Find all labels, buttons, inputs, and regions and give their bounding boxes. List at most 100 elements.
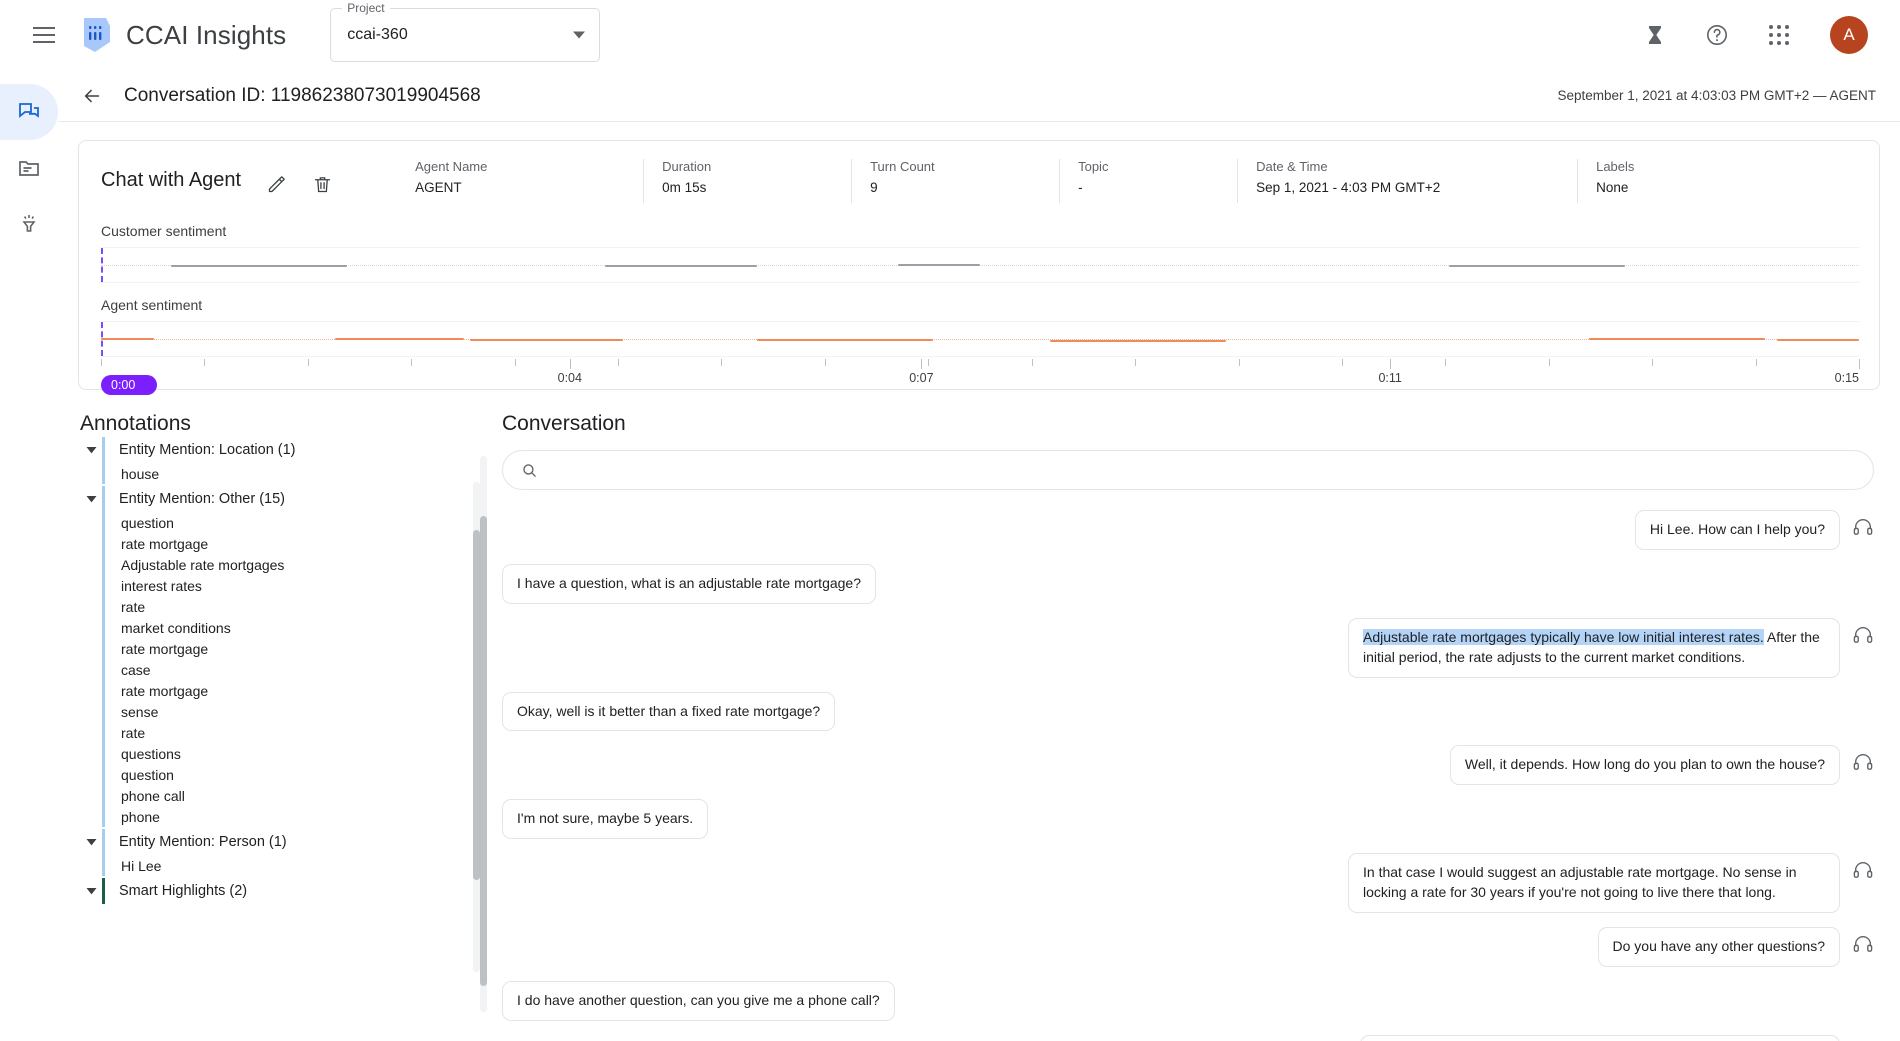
annotation-item[interactable]: question — [80, 512, 466, 533]
conversation-scrollbar[interactable] — [480, 456, 487, 1012]
annotation-item[interactable]: market conditions — [80, 617, 466, 638]
annotation-group-header[interactable]: Smart Highlights (2) — [80, 878, 466, 904]
annotation-item[interactable]: rate — [80, 596, 466, 617]
sentiment-segment — [1448, 265, 1625, 267]
chevron-down-icon[interactable] — [80, 446, 102, 454]
conversation-summary-card: Chat with Agent Agent Name AGENT Duratio… — [78, 140, 1880, 395]
chevron-down-icon[interactable] — [80, 887, 102, 895]
annotation-item-label: question — [121, 766, 174, 783]
annotation-group-header[interactable]: Entity Mention: Location (1) — [80, 437, 466, 463]
lower-section: Annotations Entity Mention: Location (1)… — [58, 390, 1900, 1041]
card-actions — [263, 159, 335, 197]
metadata-label: Duration — [662, 159, 712, 174]
annotation-group-label: Entity Mention: Other (15) — [119, 491, 286, 507]
sentiment-segment — [604, 265, 758, 267]
pencil-icon[interactable] — [263, 171, 289, 197]
annotation-color-bar — [102, 785, 105, 806]
icon-spacer — [888, 570, 910, 592]
project-select[interactable]: Project ccai-360 — [330, 1, 601, 62]
headset-icon[interactable] — [1852, 624, 1874, 646]
metadata-label: Labels — [1596, 159, 1635, 174]
message-bubble[interactable]: I'm not sure, maybe 5 years. — [502, 799, 709, 840]
axis-tick — [1341, 359, 1343, 366]
annotation-item[interactable]: Hi Lee — [80, 855, 466, 876]
trash-icon[interactable] — [309, 171, 335, 197]
headset-icon[interactable] — [1852, 859, 1874, 881]
metadata-value: 0m 15s — [662, 180, 707, 195]
axis-tick-label: 0:11 — [1378, 371, 1402, 385]
annotation-color-bar — [102, 659, 105, 680]
annotation-item[interactable]: interest rates — [80, 575, 466, 596]
metadata-value: None — [1596, 180, 1629, 195]
headset-icon[interactable] — [1852, 516, 1874, 538]
chevron-down-icon[interactable] — [80, 495, 102, 503]
annotation-item[interactable]: questions — [80, 743, 466, 764]
search-input[interactable] — [550, 461, 1855, 479]
page-title: Conversation ID: 11986238073019904568 — [124, 84, 481, 106]
annotation-item[interactable]: Adjustable rate mortgages — [80, 554, 466, 575]
annotation-items: question rate mortgage Adjustable rate mor… — [80, 512, 466, 827]
annotation-item[interactable]: case — [80, 659, 466, 680]
avatar[interactable]: A — [1830, 16, 1868, 54]
annotation-items: Hi Lee — [80, 855, 466, 876]
customer-sentiment-chart[interactable] — [101, 247, 1859, 283]
message-bubble[interactable]: Well, it depends. How long do you plan t… — [1449, 745, 1840, 786]
annotation-item[interactable]: rate — [80, 722, 466, 743]
metadata-agent-name: Agent Name AGENT — [415, 159, 643, 203]
annotations-scrollbar[interactable] — [473, 482, 480, 972]
back-arrow-icon[interactable] — [76, 80, 108, 112]
message-bubble[interactable]: I have a question, what is an adjustable… — [502, 563, 876, 604]
playhead[interactable] — [101, 322, 103, 356]
annotation-color-bar — [102, 701, 105, 722]
sentiment-segment — [757, 339, 934, 341]
message-bubble[interactable]: I do have another question, can you give… — [502, 980, 895, 1021]
annotation-group-header[interactable]: Entity Mention: Person (1) — [80, 829, 466, 855]
brand-title: CCAI Insights — [126, 19, 287, 50]
annotations-list[interactable]: Entity Mention: Location (1) house Entity … — [80, 437, 480, 997]
hourglass-icon[interactable] — [1638, 18, 1672, 52]
message-bubble[interactable]: Okay, well is it better than a fixed rat… — [502, 691, 836, 732]
annotation-item[interactable]: phone call — [80, 785, 466, 806]
sidebar-item-highlights[interactable] — [0, 196, 58, 252]
annotation-item[interactable]: question — [80, 764, 466, 785]
axis-tick — [928, 359, 930, 366]
axis-tick — [1445, 359, 1447, 366]
annotation-item[interactable]: rate mortgage — [80, 533, 466, 554]
message-bubble[interactable]: I would be happy to speak on the phone. … — [1360, 1034, 1840, 1041]
axis-tick-major — [1390, 359, 1392, 369]
search-box[interactable] — [502, 450, 1874, 490]
annotation-item-label: rate mortgage — [121, 535, 209, 552]
hamburger-icon[interactable] — [22, 13, 66, 57]
annotations-pane: Annotations Entity Mention: Location (1)… — [80, 412, 480, 990]
annotation-item[interactable]: rate mortgage — [80, 638, 466, 659]
headset-icon[interactable] — [1852, 933, 1874, 955]
headset-icon[interactable] — [1852, 751, 1874, 773]
playhead-time-pill[interactable]: 0:00 — [101, 375, 157, 395]
help-icon[interactable] — [1700, 18, 1734, 52]
axis-tick — [411, 359, 413, 366]
annotation-group-header[interactable]: Entity Mention: Other (15) — [80, 486, 466, 512]
axis-tick-major — [921, 359, 923, 369]
agent-sentiment-chart[interactable] — [101, 321, 1859, 357]
sentiment-segment — [101, 337, 154, 340]
annotation-item[interactable]: phone — [80, 806, 466, 827]
annotation-color-bar — [102, 680, 105, 701]
message-row-customer: Okay, well is it better than a fixed rat… — [502, 691, 1874, 732]
playhead[interactable] — [101, 248, 103, 282]
message-bubble[interactable]: In that case I would suggest an adjustab… — [1348, 853, 1840, 913]
annotation-item[interactable]: house — [80, 463, 466, 484]
message-bubble[interactable]: Do you have any other questions? — [1597, 926, 1840, 967]
annotation-item[interactable]: sense — [80, 701, 466, 722]
sidebar-item-collections[interactable] — [0, 140, 58, 196]
chevron-down-icon[interactable] — [80, 838, 102, 846]
app-bar-actions: A — [1638, 16, 1878, 54]
message-bubble[interactable]: Adjustable rate mortgages typically have… — [1348, 617, 1840, 678]
message-bubble[interactable]: Hi Lee. How can I help you? — [1634, 510, 1840, 550]
sidebar-item-conversations[interactable] — [0, 84, 58, 140]
message-row-customer: I have a question, what is an adjustable… — [502, 563, 1874, 604]
search-icon — [523, 463, 536, 477]
timeline-axis[interactable]: 0:04 0:07 0:11 0:15 0:00 — [101, 359, 1860, 395]
apps-grid-icon[interactable] — [1762, 18, 1796, 52]
annotation-item[interactable]: rate mortgage — [80, 680, 466, 701]
metadata-label: Date & Time — [1256, 159, 1328, 174]
